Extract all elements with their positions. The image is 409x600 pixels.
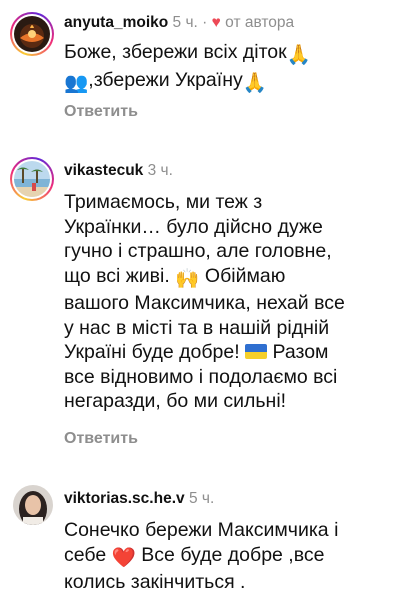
avatar[interactable] — [13, 485, 53, 525]
username[interactable]: vikastecuk — [64, 162, 143, 179]
separator-dot: · — [202, 14, 208, 31]
comment-text: Боже, збережи всіх діток🙏 👥,збережи Укра… — [64, 41, 311, 94]
username[interactable]: viktorias.sc.he.v — [64, 490, 185, 507]
avatar[interactable] — [10, 12, 54, 56]
avatar[interactable] — [10, 157, 54, 201]
comment-text: Тримаємось, ми теж з Українки… було дійс… — [64, 191, 345, 412]
heart-icon: ♥ — [211, 14, 221, 31]
reply-button[interactable]: Ответить — [64, 103, 138, 121]
pray-emoji-icon: 🙏 — [242, 71, 267, 94]
children-emoji-icon: 👥 — [64, 71, 89, 94]
timestamp: 5 ч. — [188, 490, 215, 507]
comment-header: anyuta_moiko 5 ч. · ♥ от автора — [64, 13, 294, 33]
author-like-label: от автора — [225, 14, 295, 31]
timestamp: 3 ч. — [147, 162, 173, 179]
comment-header: vikastecuk 3 ч. — [64, 161, 173, 181]
comment-header: viktorias.sc.he.v 5 ч. — [64, 489, 214, 509]
reply-button[interactable]: Ответить — [64, 430, 138, 448]
timestamp: 5 ч. — [172, 14, 198, 31]
ukraine-flag-icon — [245, 344, 268, 359]
red-heart-emoji-icon: ❤️ — [111, 546, 136, 569]
raised-hands-emoji-icon: 🙌 — [175, 267, 200, 290]
pray-emoji-icon: 🙏 — [286, 44, 311, 66]
username[interactable]: anyuta_moiko — [64, 14, 168, 31]
comment-text: Сонечко бережи Максимчика і себе ❤️ Все … — [64, 519, 339, 593]
